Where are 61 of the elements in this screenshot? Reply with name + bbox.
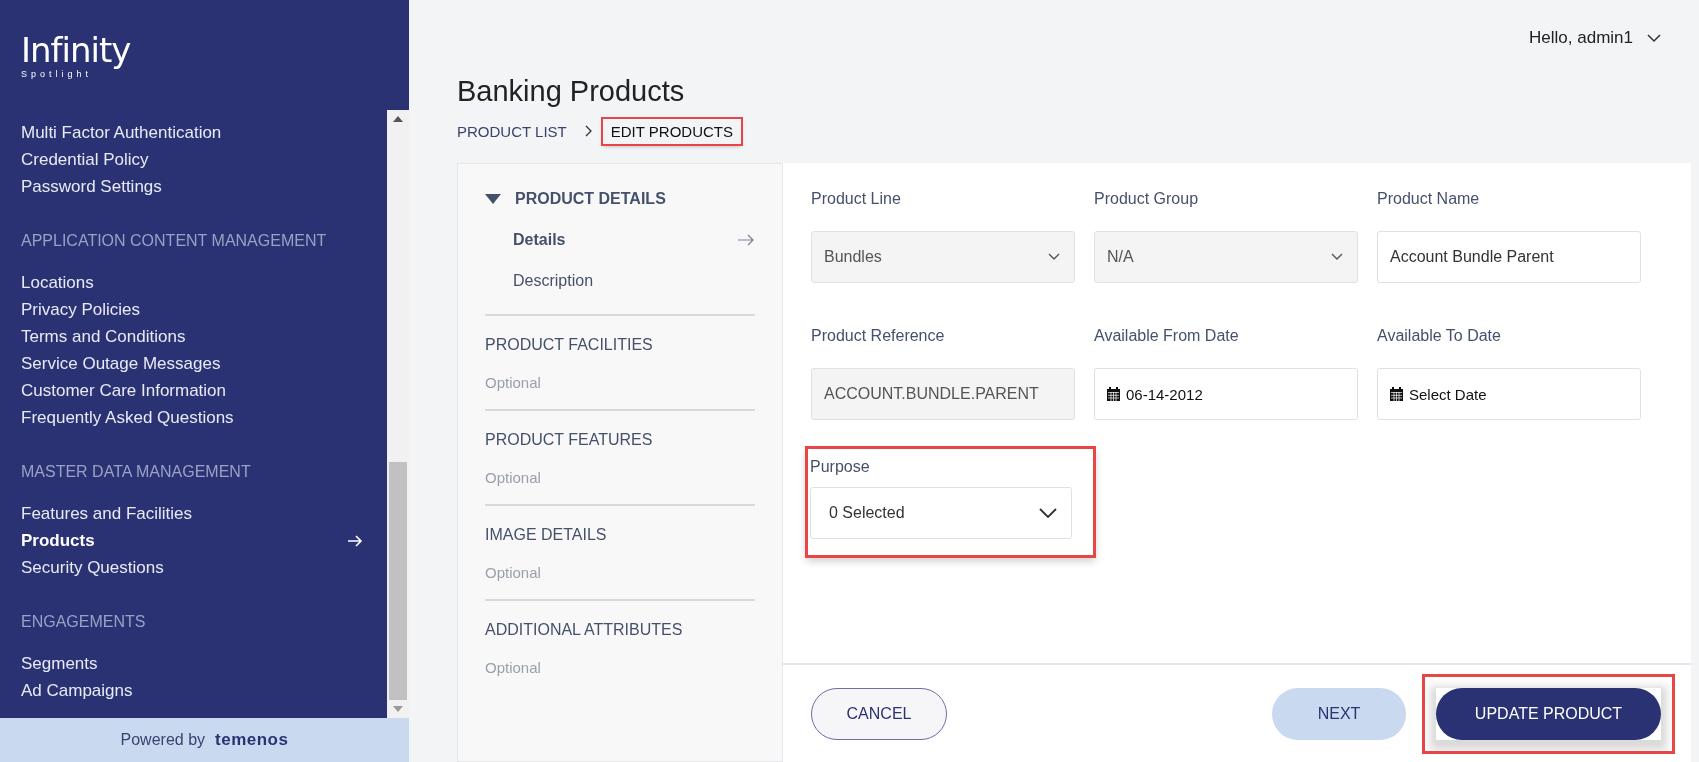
date-field[interactable]: Select Date [1377,368,1641,420]
calendar-icon [1107,387,1120,401]
sidebar-item[interactable]: Customer Care Information [21,377,387,404]
input-field[interactable]: Account Bundle Parent [1377,231,1641,283]
arrow-icon [347,534,363,547]
sidebar-item[interactable]: Segments [21,650,387,677]
section-heading: APPLICATION CONTENT MANAGEMENT [21,231,327,251]
sidebar-item[interactable]: Privacy Policies [21,296,387,323]
step-title[interactable]: ADDITIONAL ATTRIBUTES [485,621,683,639]
step-title[interactable]: PRODUCT FEATURES [485,431,653,449]
step-status: Optional [485,374,542,391]
sidebar-item[interactable]: Frequently Asked Questions [21,404,387,431]
next-button[interactable]: NEXT [1272,687,1406,740]
user-menu[interactable]: Hello, admin1 [1529,28,1661,48]
sidebar-item[interactable]: Multi Factor Authentication [21,119,387,146]
logo-title: Infinity [21,32,131,68]
step-status: Optional [485,564,542,581]
sidebar-item[interactable]: Service Outage Messages [21,350,387,377]
sidebar-item[interactable]: Security Questions [21,554,387,581]
field-label: Product Line [811,189,902,209]
section-heading: MASTER DATA MANAGEMENT [21,462,251,482]
step-title[interactable]: PRODUCT FACILITIES [485,336,653,354]
chevron-down-icon [1039,508,1057,518]
update-button[interactable]: UPDATE PRODUCT [1436,687,1661,740]
step-link[interactable]: Description [485,272,755,290]
step-title[interactable]: IMAGE DETAILS [485,526,607,544]
chevron-down-icon [1331,253,1343,261]
field-label: Product Reference [811,326,946,346]
step-link[interactable]: Details [485,231,755,249]
expand-triangle-icon[interactable] [485,194,501,204]
breadcrumb-link[interactable]: EDIT PRODUCTS [602,118,741,144]
field-label: Purpose [810,457,871,477]
sidebar-item[interactable]: Password Settings [21,173,387,200]
cancel-button[interactable]: CANCEL [811,687,947,740]
scroll-up-icon[interactable] [393,116,403,122]
step-title[interactable]: PRODUCT DETAILS [515,190,666,208]
section-heading: ENGAGEMENTS [21,612,146,632]
field-label: Product Group [1094,189,1200,209]
powered-by-footer: Powered by temenos [0,718,409,762]
sidebar-item[interactable]: Ad Campaigns [21,677,387,704]
chevron-down-icon [1647,33,1661,43]
step-status: Optional [485,469,542,486]
breadcrumb-link[interactable]: PRODUCT LIST [457,118,575,144]
step-status: Optional [485,659,542,676]
sidebar-item[interactable]: Credential Policy [21,146,387,173]
field-label: Product Name [1377,189,1481,209]
field-label: Available From Date [1094,326,1240,346]
multiselect-dropdown[interactable]: 0 Selected [810,487,1072,539]
sidebar-item[interactable]: Features and Facilities [21,500,387,527]
field-label: Available To Date [1377,326,1502,346]
date-field[interactable]: 06-14-2012 [1094,368,1358,420]
sidebar-item[interactable]: Terms and Conditions [21,323,387,350]
sidebar-item[interactable]: Locations [21,269,387,296]
chevron-icon [584,125,593,137]
arrow-icon [737,234,755,246]
page-title: Banking Products [457,74,685,108]
calendar-icon [1390,387,1403,401]
chevron-down-icon [1048,253,1060,261]
logo-subtitle: Spotlight [21,69,93,80]
scrollbar[interactable] [387,110,409,718]
sidebar-item[interactable]: Products [21,527,387,554]
